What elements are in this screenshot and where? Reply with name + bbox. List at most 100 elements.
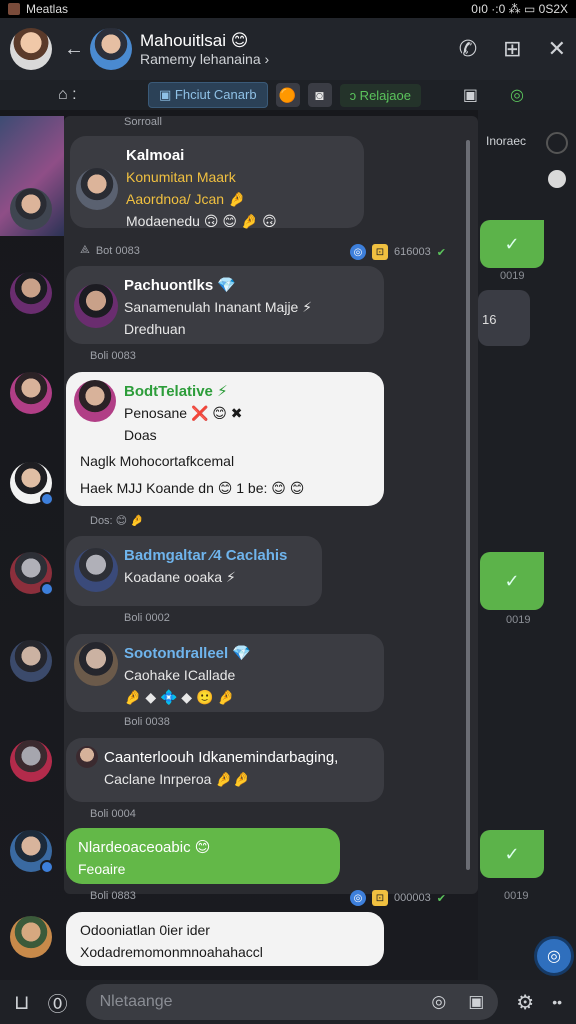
meta-count: 616003 xyxy=(394,246,431,258)
yellow-badge-icon: ⊡ xyxy=(372,890,388,906)
message-meta-right: ◎ ⊡ 616003 ✔ xyxy=(350,244,446,260)
camera-icon[interactable]: ◎ xyxy=(431,992,446,1012)
verified-badge-icon xyxy=(40,860,54,874)
more-icon[interactable]: •• xyxy=(552,994,562,1010)
message-bubble[interactable]: BodtTelative ⚡ Penosane ❌ 😊 ✖ Doas Naglk… xyxy=(66,372,384,506)
message-bubble[interactable]: Kalmoai Konumitan Maark Aaordnoa/ Jcan 🤌… xyxy=(70,136,364,229)
message-input[interactable]: Nletaange ◎ ▣ xyxy=(85,984,499,1020)
chat-avatar[interactable] xyxy=(90,28,132,70)
right-info-icon[interactable] xyxy=(546,132,568,154)
settings-icon[interactable]: ⚙ xyxy=(516,990,534,1015)
message-line: Dredhuan xyxy=(124,320,186,337)
message-time: Dos: 😊 🤌 xyxy=(90,515,144,527)
sender-name[interactable]: Badmgaltar ⁄4 Caclahis xyxy=(124,544,310,567)
filter-pill-label: Fhciut Canarb xyxy=(174,87,257,102)
sender-name[interactable]: Odooniatlan 0ier ider xyxy=(80,920,372,942)
right-meta-3: 0019 xyxy=(506,614,531,626)
message-avatar[interactable] xyxy=(74,642,118,686)
message-meta: Boli 0002 xyxy=(124,612,170,624)
message-avatar[interactable] xyxy=(76,168,118,210)
sender-name[interactable]: Pachuontlks 💎 xyxy=(124,274,372,297)
message-avatar[interactable] xyxy=(76,746,98,768)
yellow-badge-icon: ⊡ xyxy=(372,244,388,260)
panel-icon[interactable]: ▣ xyxy=(463,85,478,105)
message-line: Koadane ooaka ⚡ xyxy=(124,569,236,586)
sender-name[interactable]: Caanterloouh Idkanemindarbaging, xyxy=(104,746,372,769)
message-avatar[interactable] xyxy=(74,380,116,422)
message-bubble[interactable]: Caanterloouh Idkanemindarbaging, Caclane… xyxy=(66,738,384,802)
message-time: Boli 0038 xyxy=(124,716,170,728)
right-meta-4: 0019 xyxy=(504,890,529,902)
status-icon[interactable]: ◎ xyxy=(510,85,524,105)
right-green-bubble-1[interactable]: ✓ xyxy=(480,220,544,268)
message-bubble[interactable]: Sootondralleel 💎 Caohake ICallade 🤌 ◆ 💠 … xyxy=(66,634,384,712)
sender-avatar-6[interactable] xyxy=(10,640,52,682)
message-line: Sanamenulah Inanant Majje ⚡ xyxy=(124,299,313,316)
message-meta: Boli 0038 xyxy=(124,716,170,728)
sender-avatar-1[interactable] xyxy=(10,188,52,230)
message-bubble[interactable]: Badmgaltar ⁄4 Caclahis Koadane ooaka ⚡ xyxy=(66,536,322,606)
relay-label[interactable]: ͻ Relajaoe xyxy=(339,83,421,107)
message-meta: Dos: 😊 🤌 xyxy=(90,514,144,527)
phone-icon[interactable]: ✆ xyxy=(459,36,477,62)
emoji-button[interactable]: 🟠 xyxy=(275,83,300,107)
message-avatar[interactable] xyxy=(74,548,118,592)
message-time: Boli 0883 xyxy=(90,890,136,902)
attach-icon[interactable]: ⊔ xyxy=(14,990,30,1015)
back-arrow-icon[interactable]: ← xyxy=(64,38,84,61)
right-green-bubble-3[interactable]: ✓ xyxy=(480,830,544,878)
mic-icon[interactable]: ⓪ xyxy=(48,988,68,1017)
message-avatar[interactable] xyxy=(74,284,118,328)
message-time: Boli 0004 xyxy=(90,808,136,820)
right-green-bubble-2[interactable]: ✓ xyxy=(480,552,544,610)
grid-icon[interactable]: ⊞ xyxy=(503,36,521,62)
right-meta-2: 16 xyxy=(482,312,497,327)
message-line: Modaenedu 🙃 😊 🤌 🙃 xyxy=(126,212,277,229)
message-line: Haek MJJ Koande dn 😊 1 be: 😊 😊 xyxy=(80,480,305,497)
message-meta-right: ◎ ⊡ 000003 ✔ xyxy=(350,890,446,906)
message-bubble[interactable]: Pachuontlks 💎 Sanamenulah Inanant Majje … xyxy=(66,266,384,344)
sender-name[interactable]: Kalmoai xyxy=(126,144,352,167)
message-meta: Boli 0883 xyxy=(90,890,136,902)
check-icon: ✔ xyxy=(436,892,446,905)
sender-name[interactable]: Nlardeoaceoabic 😊 xyxy=(78,836,328,859)
home-icon[interactable]: ⌂ : xyxy=(58,86,77,104)
panel-header-label: Sorroall xyxy=(124,116,162,128)
status-bar: Meatlas 0ı0 ·:0 ⁂ ▭ 0S2X xyxy=(0,0,576,18)
meta-count: 000003 xyxy=(394,892,431,904)
message-bubble[interactable]: Nlardeoaceoabic 😊 Feoaire xyxy=(66,828,340,884)
blue-status-icon: ◎ xyxy=(350,890,366,906)
sender-avatar-7[interactable] xyxy=(10,740,52,782)
close-icon[interactable]: ✕ xyxy=(548,36,566,62)
message-bubble[interactable]: Odooniatlan 0ier ider Xodadremomonmnoaha… xyxy=(66,912,384,966)
sender-name[interactable]: BodtTelative ⚡ xyxy=(124,380,372,403)
sender-avatar-3[interactable] xyxy=(10,372,52,414)
user-avatar[interactable] xyxy=(10,28,52,70)
scroll-down-button[interactable]: ◎ xyxy=(534,936,574,976)
message-line: Aaordnoa/ Jcan 🤌 xyxy=(126,190,246,207)
right-meta-1: 0019 xyxy=(500,270,525,282)
sender-avatar-2[interactable] xyxy=(10,272,52,314)
chat-subtitle[interactable]: Ramemy lehanaina › xyxy=(140,51,269,69)
blue-status-icon: ◎ xyxy=(350,244,366,260)
message-line: Doas xyxy=(124,426,157,443)
sender-name[interactable]: Sootondralleel 💎 xyxy=(124,642,372,665)
status-right-text: 0ı0 ·:0 ⁂ ▭ 0S2X xyxy=(471,2,568,16)
input-bar: ⊔ ⓪ Nletaange ◎ ▣ ⚙ •• xyxy=(0,980,576,1024)
image-icon[interactable]: ▣ xyxy=(468,992,484,1012)
chat-title[interactable]: Mahouitlsai 😊 xyxy=(140,30,269,51)
right-dot-icon[interactable] xyxy=(548,170,566,188)
sender-avatar-9[interactable] xyxy=(10,916,52,958)
verified-badge-icon xyxy=(40,582,54,596)
app-icon xyxy=(8,3,20,15)
panel-scrollbar[interactable] xyxy=(466,140,470,870)
message-line: 🤌 ◆ 💠 ◆ 🙂 🤌 xyxy=(124,688,235,705)
message-line: Penosane ❌ 😊 ✖ xyxy=(124,405,243,422)
message-line: Caohake ICallade xyxy=(124,667,236,684)
message-meta: ⟁ Bot 0083 xyxy=(80,244,140,257)
camera-icon[interactable]: ◙ xyxy=(307,83,332,107)
message-line: Naglk Mohocortafkcemal xyxy=(80,452,235,469)
message-line: Feoaire xyxy=(78,861,126,878)
filter-pill[interactable]: ▣ Fhciut Canarb xyxy=(148,82,268,108)
chat-header: ← Mahouitlsai 😊 Ramemy lehanaina › ✆ ⊞ ✕ xyxy=(0,18,576,80)
